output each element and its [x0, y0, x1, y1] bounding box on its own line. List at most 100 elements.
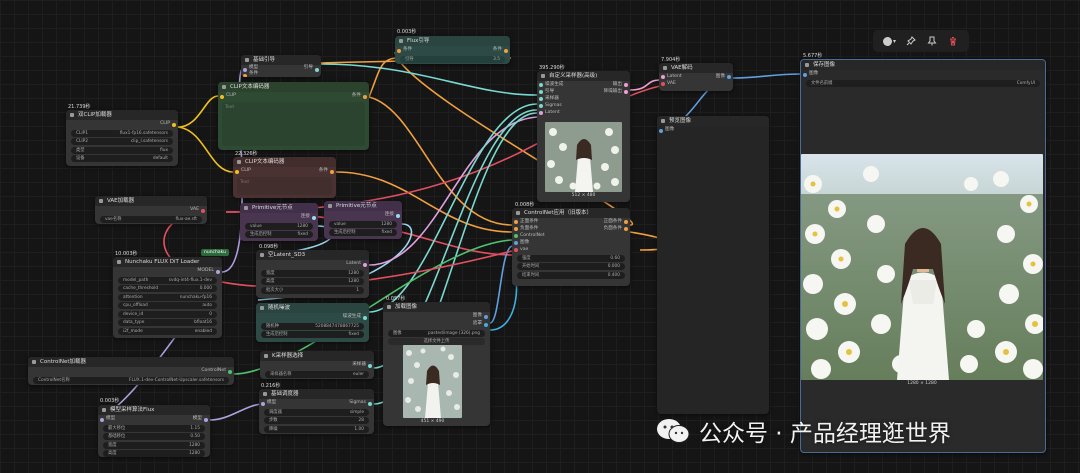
vae-name-widget[interactable]: vae名称 flux-ae.sft	[100, 215, 202, 223]
node-widget[interactable]: device_id 0	[118, 310, 217, 318]
input-dot[interactable]	[514, 240, 518, 245]
input-dot[interactable]	[243, 73, 247, 77]
node-widget[interactable]: 降噪 1.00	[264, 425, 369, 433]
output-dot[interactable]	[504, 48, 508, 53]
input-dot[interactable]	[539, 96, 543, 101]
vae-loader-node[interactable]: VAE加载器 VAE vae名称 flux-ae.sft	[95, 196, 207, 224]
node-widget[interactable]: 批次大小 1	[261, 286, 364, 294]
input-dot[interactable]	[661, 81, 665, 86]
input-dot[interactable]	[539, 89, 543, 94]
node-widget[interactable]: 宽度 1280	[261, 269, 364, 277]
input-dot[interactable]	[397, 48, 401, 53]
primitive-node-height[interactable]: Primitive元节点 连接 value 1280 生成后控制 fixed	[324, 201, 402, 239]
clip-text-encode-positive-node[interactable]: CLIP文本编码器 CLIP 条件 Text	[218, 82, 369, 150]
node-widget[interactable]: data_type bfloat16	[118, 319, 217, 326]
node-widget[interactable]: 生成后控制 fixed	[329, 229, 397, 236]
preview-image-node[interactable]: 预览图像 图像	[657, 116, 769, 414]
node-widget[interactable]: 结束时间 0.400	[517, 271, 625, 279]
primitive-node-width[interactable]: Primitive元节点 连接 value 1280 生成后控制 fixed	[240, 203, 318, 241]
output-dot[interactable]	[368, 401, 372, 406]
node-widget[interactable]: cpu_offload auto	[118, 302, 217, 309]
node-widget[interactable]: 设备 default	[71, 155, 173, 162]
node-widget[interactable]: CLIP2 clip_l.safetensors	[71, 138, 173, 145]
node-widget[interactable]: 高度 1280	[103, 450, 205, 457]
controlnet-loader-node[interactable]: ControlNet加载器 ControlNet ControlNet名称 FLU…	[28, 357, 234, 385]
input-dot[interactable]	[661, 74, 665, 79]
node-widget[interactable]: 宽度 1280	[103, 441, 205, 449]
filename-prefix-widget[interactable]: 文件名前缀 ComfyUI	[806, 79, 1040, 87]
input-dot[interactable]	[539, 82, 543, 87]
empty-latent-sd3-node[interactable]: 空Latent_SD3 Latent 宽度 1280 高度 1280 批次大小 1	[256, 250, 369, 298]
output-dot[interactable]	[624, 89, 628, 94]
node-widget[interactable]: 生成后控制 fixed	[245, 231, 313, 238]
node-widget[interactable]: i2f_mode enabled	[118, 327, 217, 335]
output-dot[interactable]	[727, 74, 731, 79]
dual-clip-loader-node[interactable]: 双CLIP加载器 CLIP CLIP1 flux1-fp16.safetensor…	[66, 110, 178, 166]
input-dot[interactable]	[514, 219, 518, 224]
input-dot[interactable]	[220, 94, 224, 99]
output-dot[interactable]	[368, 363, 372, 368]
node-widget[interactable]: 高度 1280	[261, 278, 364, 285]
ksampler-select-node[interactable]: K采样器选择 采样器 采样器名称 euler	[260, 351, 374, 379]
node-graph-canvas[interactable]: 基础引导 模型 引导 条件 0.003秒 Flux引导 条件 条件 引导 3.5 CL…	[0, 0, 1080, 473]
output-dot[interactable]	[624, 219, 628, 224]
guidance-widget[interactable]: 引导 3.5	[400, 55, 505, 63]
input-dot[interactable]	[514, 226, 518, 231]
input-dot[interactable]	[514, 233, 518, 238]
node-widget[interactable]: CLIP1 flux1-fp16.safetensors	[71, 129, 173, 137]
upload-button[interactable]: 选择文件上传	[388, 338, 485, 345]
output-dot[interactable]	[484, 322, 488, 327]
output-dot[interactable]	[204, 417, 208, 422]
prompt-textarea[interactable]: Text	[237, 177, 332, 195]
output-dot[interactable]	[484, 314, 488, 319]
model-sampling-flux-node[interactable]: 模型采样算法Flux 模型 模型 最大移位 1.15 基础移位 0.50 宽度 1280 高度…	[98, 405, 210, 457]
output-dot[interactable]	[624, 226, 628, 231]
random-noise-node[interactable]: 随机噪波 噪波生成 随机种 5208847478867725 生成后控制 fixed	[256, 303, 369, 342]
basic-guider-node[interactable]: 基础引导 模型 引导 条件	[241, 55, 321, 77]
trash-icon[interactable]	[946, 34, 960, 48]
flux-guidance-node[interactable]: Flux引导 条件 条件 引导 3.5	[395, 36, 510, 64]
bookmark-icon[interactable]	[925, 34, 939, 48]
controlnet-name-widget[interactable]: ControlNet名称 FLUX.1-dev-ControlNet-Upscal…	[33, 376, 229, 384]
output-dot[interactable]	[363, 315, 367, 320]
node-widget[interactable]: 步数 28	[264, 417, 369, 424]
input-dot[interactable]	[261, 401, 265, 406]
output-dot[interactable]	[624, 82, 628, 87]
input-dot[interactable]	[539, 103, 543, 108]
pin-icon[interactable]	[904, 34, 918, 48]
node-widget[interactable]: attention nunchaku-fp16	[118, 293, 217, 301]
node-widget[interactable]: 基础移位 0.50	[103, 433, 205, 440]
node-widget[interactable]: value 1280	[245, 222, 313, 230]
circle-color-icon[interactable]: ▾	[882, 34, 897, 48]
vae-decode-node[interactable]: VAE解码 Latent 图像 VAE	[659, 63, 733, 91]
input-dot[interactable]	[100, 417, 104, 422]
input-dot[interactable]	[235, 169, 239, 174]
node-widget[interactable]: value 1280	[329, 220, 397, 228]
output-dot[interactable]	[201, 208, 205, 213]
output-dot[interactable]	[216, 269, 220, 274]
output-dot[interactable]	[330, 169, 334, 174]
node-widget[interactable]: 生成后控制 fixed	[261, 331, 364, 338]
clip-text-encode-negative-node[interactable]: CLIP文本编码器 CLIP 条件 Text	[233, 157, 336, 198]
nunchaku-flux-dit-loader-node[interactable]: Nunchaku FLUX DiT Loader MODEL model_pat…	[113, 257, 222, 338]
output-dot[interactable]	[228, 369, 232, 374]
node-widget[interactable]: model_path svdq-int4-flux.1-dev	[118, 276, 217, 284]
output-dot[interactable]	[396, 213, 400, 218]
image-file-widget[interactable]: 图像 pasted/image (326).png	[388, 329, 485, 337]
node-widget[interactable]: 随机种 5208847478867725	[261, 322, 364, 330]
basic-scheduler-node[interactable]: 基础调度器 模型 Sigmas 调度器 simple 步数 28 降噪 1.00	[259, 389, 374, 434]
output-dot[interactable]	[363, 262, 367, 267]
input-dot[interactable]	[803, 72, 807, 77]
input-dot[interactable]	[659, 128, 663, 133]
output-dot[interactable]	[312, 215, 316, 220]
prompt-textarea[interactable]: Text	[222, 102, 365, 146]
output-dot[interactable]	[363, 94, 367, 99]
node-widget[interactable]: 类型 flux	[71, 146, 173, 154]
controlnet-apply-node[interactable]: ControlNet应用（旧版本） 正面条件 正面条件 负面条件 负面条件 Contro…	[512, 208, 630, 286]
node-widget[interactable]: 最大移位 1.15	[103, 424, 205, 432]
node-widget[interactable]: cache_threshold 0.000	[118, 285, 217, 292]
output-dot[interactable]	[172, 122, 176, 127]
node-widget[interactable]: 调度器 simple	[264, 408, 369, 416]
node-widget[interactable]: 强度 0.60	[517, 254, 625, 262]
input-dot[interactable]	[539, 110, 543, 115]
